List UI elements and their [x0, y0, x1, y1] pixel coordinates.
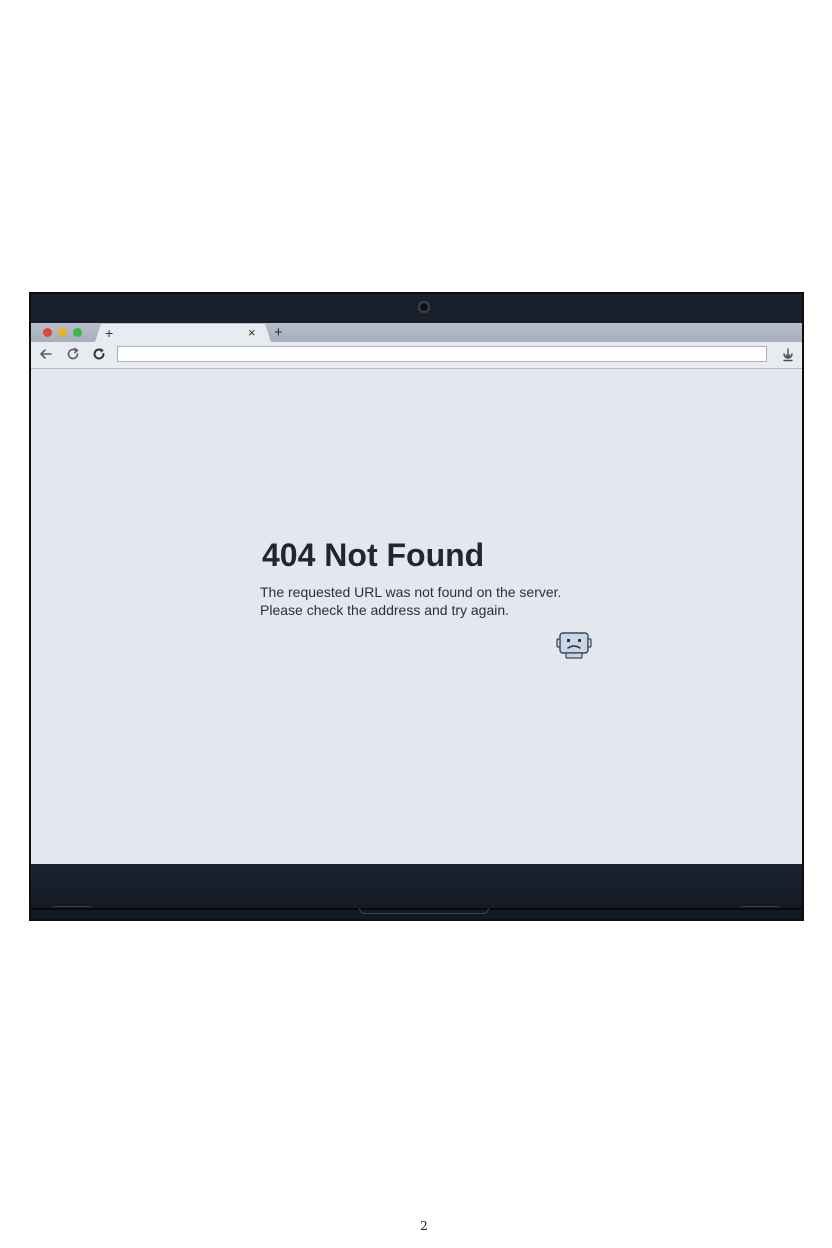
- error-message-line-2: Please check the address and try again.: [260, 602, 510, 618]
- close-window-button[interactable]: [43, 328, 52, 337]
- address-bar[interactable]: [117, 346, 767, 362]
- tab-active[interactable]: + ×: [95, 324, 271, 342]
- laptop-frame: + × + 404 Not Found The requested URL wa…: [29, 292, 804, 921]
- minimize-window-button[interactable]: [58, 328, 67, 337]
- reload-button[interactable]: [90, 345, 108, 363]
- navigation-toolbar: [31, 342, 802, 369]
- webcam: [418, 301, 430, 313]
- error-heading: 404 Not Found: [262, 537, 485, 573]
- reload-icon: [93, 348, 105, 360]
- page-content: 404 Not Found The requested URL was not …: [31, 369, 802, 864]
- laptop-bottom-bezel: [31, 864, 802, 919]
- sad-robot-icon: [556, 632, 592, 659]
- arrow-left-icon: [40, 349, 52, 359]
- back-button[interactable]: [37, 345, 55, 363]
- error-message-line-1: The requested URL was not found on the s…: [260, 584, 562, 600]
- tab-title: +: [105, 325, 114, 341]
- browser-window: + × + 404 Not Found The requested URL wa…: [31, 323, 802, 864]
- lid-notch: [359, 908, 489, 914]
- page-number: 2: [420, 1219, 428, 1233]
- forward-button[interactable]: [64, 345, 82, 363]
- new-tab-button[interactable]: +: [274, 323, 283, 342]
- tab-strip: + × +: [31, 323, 802, 342]
- maximize-window-button[interactable]: [73, 328, 82, 337]
- microphone-icon[interactable]: [779, 346, 797, 364]
- tab-close-icon[interactable]: ×: [248, 324, 256, 342]
- refresh-icon: [67, 347, 79, 360]
